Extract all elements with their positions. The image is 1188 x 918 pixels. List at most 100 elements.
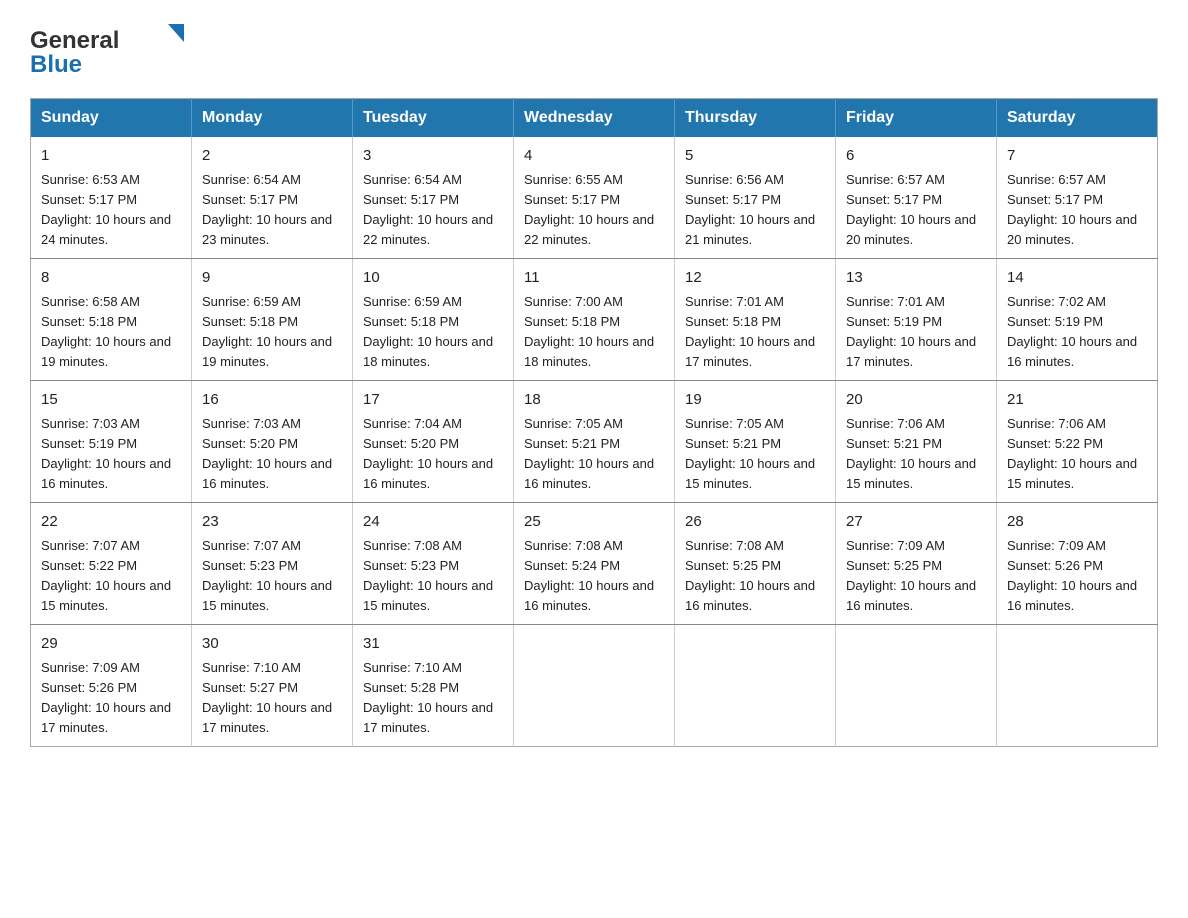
calendar-cell: 2 Sunrise: 6:54 AMSunset: 5:17 PMDaylight… xyxy=(192,137,353,259)
day-number: 30 xyxy=(202,633,342,656)
col-header-friday: Friday xyxy=(836,99,997,138)
day-info: Sunrise: 7:03 AMSunset: 5:20 PMDaylight:… xyxy=(202,416,332,491)
svg-text:Blue: Blue xyxy=(30,51,82,78)
day-number: 16 xyxy=(202,389,342,412)
day-info: Sunrise: 7:05 AMSunset: 5:21 PMDaylight:… xyxy=(524,416,654,491)
calendar-table: SundayMondayTuesdayWednesdayThursdayFrid… xyxy=(30,98,1158,747)
day-number: 14 xyxy=(1007,267,1147,290)
day-number: 31 xyxy=(363,633,503,656)
calendar-cell: 6 Sunrise: 6:57 AMSunset: 5:17 PMDaylight… xyxy=(836,137,997,259)
calendar-cell: 13 Sunrise: 7:01 AMSunset: 5:19 PMDayligh… xyxy=(836,259,997,381)
day-number: 26 xyxy=(685,511,825,534)
calendar-week-row: 29Sunrise: 7:09 AMSunset: 5:26 PMDayligh… xyxy=(31,625,1158,747)
day-info: Sunrise: 7:02 AMSunset: 5:19 PMDaylight:… xyxy=(1007,294,1137,369)
logo: General Blue xyxy=(30,20,190,80)
day-number: 12 xyxy=(685,267,825,290)
day-info: Sunrise: 6:58 AMSunset: 5:18 PMDaylight:… xyxy=(41,294,171,369)
calendar-cell: 4 Sunrise: 6:55 AMSunset: 5:17 PMDaylight… xyxy=(514,137,675,259)
calendar-cell: 27 Sunrise: 7:09 AMSunset: 5:25 PMDayligh… xyxy=(836,503,997,625)
day-info: Sunrise: 6:59 AMSunset: 5:18 PMDaylight:… xyxy=(363,294,493,369)
day-number: 18 xyxy=(524,389,664,412)
calendar-cell: 7 Sunrise: 6:57 AMSunset: 5:17 PMDaylight… xyxy=(997,137,1158,259)
calendar-cell: 11 Sunrise: 7:00 AMSunset: 5:18 PMDayligh… xyxy=(514,259,675,381)
day-number: 20 xyxy=(846,389,986,412)
day-info: Sunrise: 7:10 AMSunset: 5:27 PMDaylight:… xyxy=(202,660,332,735)
day-info: Sunrise: 6:57 AMSunset: 5:17 PMDaylight:… xyxy=(1007,172,1137,247)
calendar-cell: 15 Sunrise: 7:03 AMSunset: 5:19 PMDayligh… xyxy=(31,381,192,503)
day-number: 13 xyxy=(846,267,986,290)
day-info: Sunrise: 7:08 AMSunset: 5:23 PMDaylight:… xyxy=(363,538,493,613)
day-info: Sunrise: 7:06 AMSunset: 5:22 PMDaylight:… xyxy=(1007,416,1137,491)
day-number: 2 xyxy=(202,145,342,168)
day-info: Sunrise: 6:54 AMSunset: 5:17 PMDaylight:… xyxy=(202,172,332,247)
calendar-cell: 1 Sunrise: 6:53 AMSunset: 5:17 PMDaylight… xyxy=(31,137,192,259)
day-info: Sunrise: 7:04 AMSunset: 5:20 PMDaylight:… xyxy=(363,416,493,491)
calendar-cell: 16 Sunrise: 7:03 AMSunset: 5:20 PMDayligh… xyxy=(192,381,353,503)
day-info: Sunrise: 7:07 AMSunset: 5:23 PMDaylight:… xyxy=(202,538,332,613)
day-info: Sunrise: 6:57 AMSunset: 5:17 PMDaylight:… xyxy=(846,172,976,247)
day-number: 25 xyxy=(524,511,664,534)
calendar-cell: 5Sunrise: 6:56 AMSunset: 5:17 PMDaylight… xyxy=(675,137,836,259)
day-number: 4 xyxy=(524,145,664,168)
day-number: 28 xyxy=(1007,511,1147,534)
day-number: 10 xyxy=(363,267,503,290)
day-number: 24 xyxy=(363,511,503,534)
calendar-cell: 26 Sunrise: 7:08 AMSunset: 5:25 PMDayligh… xyxy=(675,503,836,625)
calendar-cell xyxy=(836,625,997,747)
calendar-cell: 30 Sunrise: 7:10 AMSunset: 5:27 PMDayligh… xyxy=(192,625,353,747)
calendar-week-row: 15 Sunrise: 7:03 AMSunset: 5:19 PMDayligh… xyxy=(31,381,1158,503)
page-header: General Blue xyxy=(30,20,1158,80)
day-number: 17 xyxy=(363,389,503,412)
calendar-cell: 8 Sunrise: 6:58 AMSunset: 5:18 PMDaylight… xyxy=(31,259,192,381)
day-number: 15 xyxy=(41,389,181,412)
day-info: Sunrise: 7:00 AMSunset: 5:18 PMDaylight:… xyxy=(524,294,654,369)
day-info: Sunrise: 7:09 AMSunset: 5:26 PMDaylight:… xyxy=(1007,538,1137,613)
day-info: Sunrise: 7:08 AMSunset: 5:25 PMDaylight:… xyxy=(685,538,815,613)
calendar-cell: 17 Sunrise: 7:04 AMSunset: 5:20 PMDayligh… xyxy=(353,381,514,503)
calendar-cell: 12 Sunrise: 7:01 AMSunset: 5:18 PMDayligh… xyxy=(675,259,836,381)
calendar-cell: 24 Sunrise: 7:08 AMSunset: 5:23 PMDayligh… xyxy=(353,503,514,625)
day-number: 11 xyxy=(524,267,664,290)
day-number: 19 xyxy=(685,389,825,412)
calendar-cell: 9Sunrise: 6:59 AMSunset: 5:18 PMDaylight… xyxy=(192,259,353,381)
day-number: 22 xyxy=(41,511,181,534)
day-info: Sunrise: 7:01 AMSunset: 5:19 PMDaylight:… xyxy=(846,294,976,369)
calendar-cell: 3 Sunrise: 6:54 AMSunset: 5:17 PMDaylight… xyxy=(353,137,514,259)
day-info: Sunrise: 6:55 AMSunset: 5:17 PMDaylight:… xyxy=(524,172,654,247)
col-header-tuesday: Tuesday xyxy=(353,99,514,138)
day-number: 7 xyxy=(1007,145,1147,168)
day-number: 8 xyxy=(41,267,181,290)
calendar-cell: 19 Sunrise: 7:05 AMSunset: 5:21 PMDayligh… xyxy=(675,381,836,503)
day-info: Sunrise: 7:08 AMSunset: 5:24 PMDaylight:… xyxy=(524,538,654,613)
calendar-cell: 25 Sunrise: 7:08 AMSunset: 5:24 PMDayligh… xyxy=(514,503,675,625)
day-number: 29 xyxy=(41,633,181,656)
calendar-cell: 31Sunrise: 7:10 AMSunset: 5:28 PMDayligh… xyxy=(353,625,514,747)
day-info: Sunrise: 6:53 AMSunset: 5:17 PMDaylight:… xyxy=(41,172,171,247)
day-number: 1 xyxy=(41,145,181,168)
calendar-cell: 14 Sunrise: 7:02 AMSunset: 5:19 PMDayligh… xyxy=(997,259,1158,381)
svg-text:General: General xyxy=(30,27,119,54)
day-info: Sunrise: 7:03 AMSunset: 5:19 PMDaylight:… xyxy=(41,416,171,491)
calendar-cell: 18 Sunrise: 7:05 AMSunset: 5:21 PMDayligh… xyxy=(514,381,675,503)
col-header-sunday: Sunday xyxy=(31,99,192,138)
day-info: Sunrise: 7:09 AMSunset: 5:25 PMDaylight:… xyxy=(846,538,976,613)
day-info: Sunrise: 7:07 AMSunset: 5:22 PMDaylight:… xyxy=(41,538,171,613)
day-number: 6 xyxy=(846,145,986,168)
calendar-cell xyxy=(997,625,1158,747)
col-header-monday: Monday xyxy=(192,99,353,138)
col-header-wednesday: Wednesday xyxy=(514,99,675,138)
col-header-saturday: Saturday xyxy=(997,99,1158,138)
calendar-cell: 20 Sunrise: 7:06 AMSunset: 5:21 PMDayligh… xyxy=(836,381,997,503)
calendar-header-row: SundayMondayTuesdayWednesdayThursdayFrid… xyxy=(31,99,1158,138)
day-info: Sunrise: 7:01 AMSunset: 5:18 PMDaylight:… xyxy=(685,294,815,369)
col-header-thursday: Thursday xyxy=(675,99,836,138)
logo-svg: General Blue xyxy=(30,20,190,80)
calendar-cell xyxy=(675,625,836,747)
day-info: Sunrise: 7:05 AMSunset: 5:21 PMDaylight:… xyxy=(685,416,815,491)
day-number: 3 xyxy=(363,145,503,168)
day-number: 27 xyxy=(846,511,986,534)
day-number: 23 xyxy=(202,511,342,534)
day-info: Sunrise: 7:06 AMSunset: 5:21 PMDaylight:… xyxy=(846,416,976,491)
day-info: Sunrise: 6:54 AMSunset: 5:17 PMDaylight:… xyxy=(363,172,493,247)
day-number: 5 xyxy=(685,145,825,168)
